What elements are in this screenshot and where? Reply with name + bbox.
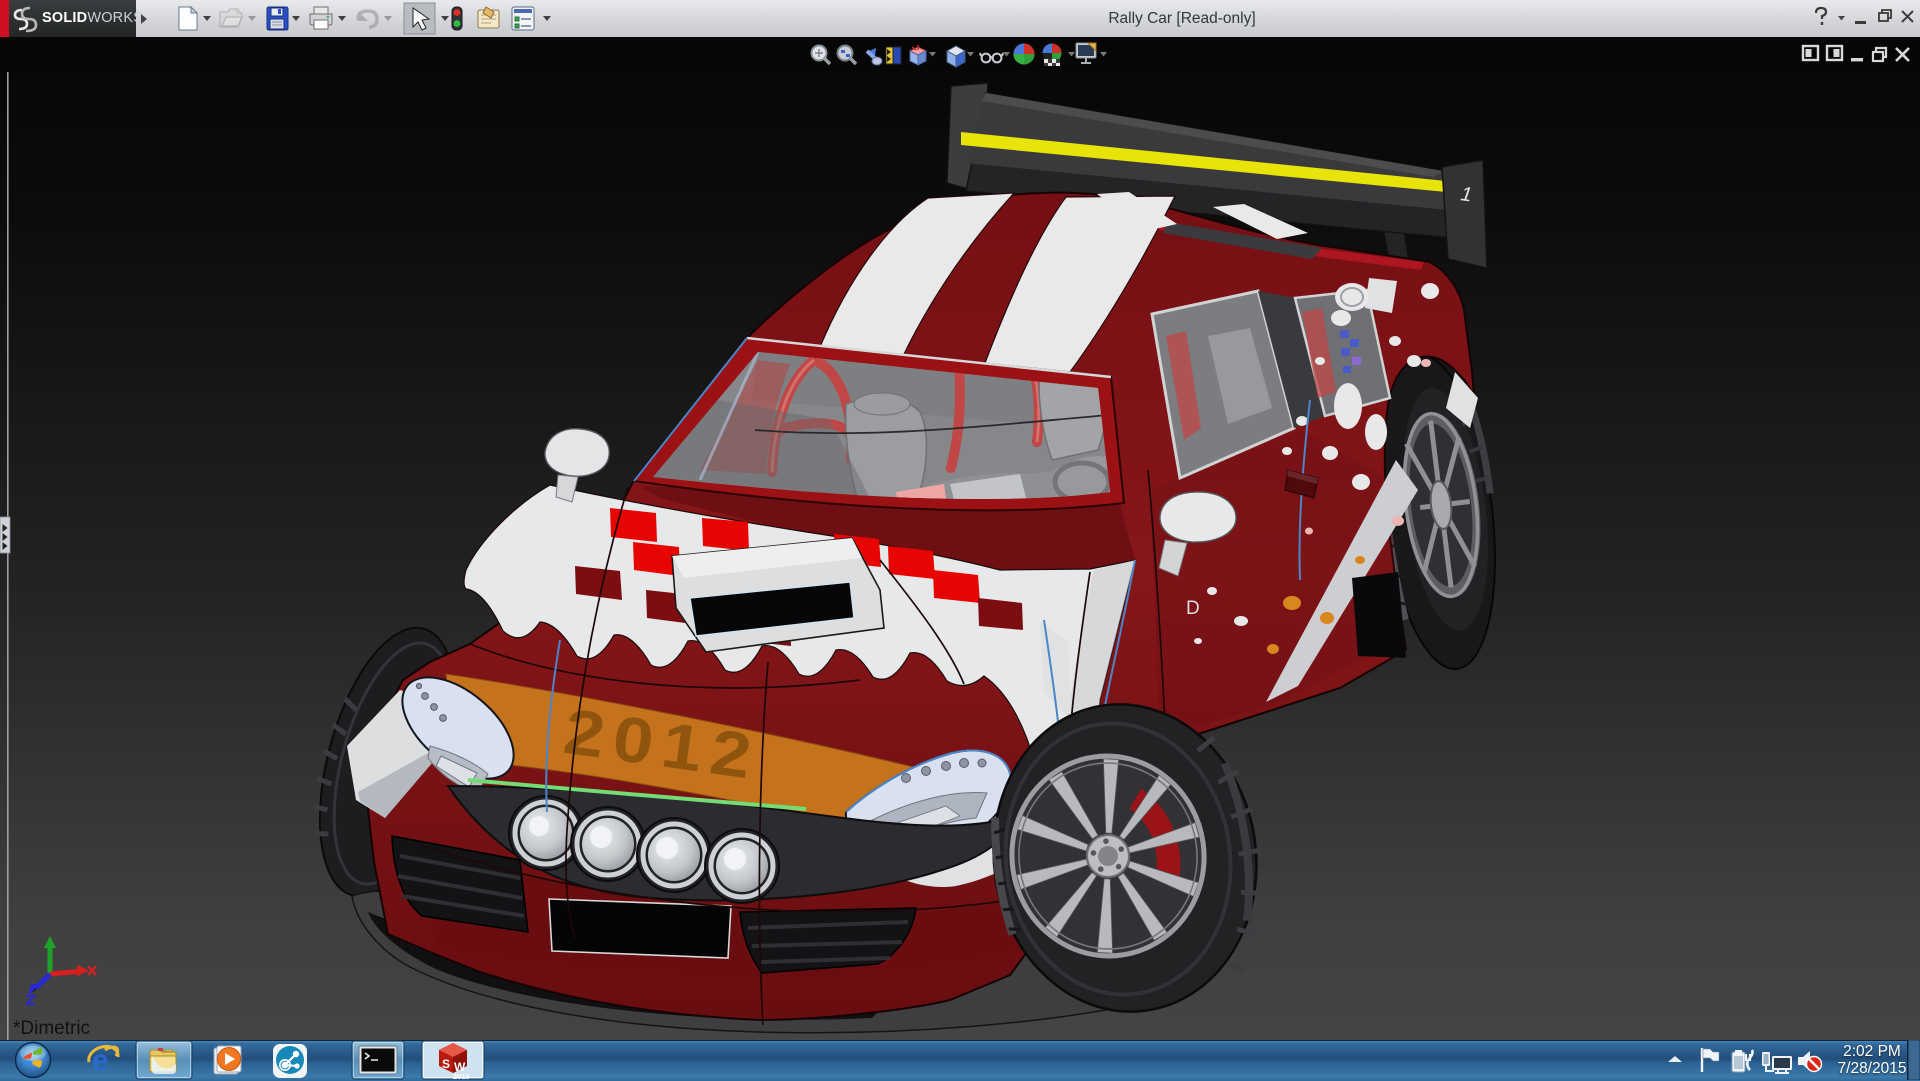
svg-text:2015: 2015 — [453, 1072, 470, 1080]
svg-text:D: D — [1186, 598, 1200, 619]
svg-text:S: S — [442, 1057, 450, 1071]
svg-text:*Dimetric: *Dimetric — [13, 1018, 90, 1039]
